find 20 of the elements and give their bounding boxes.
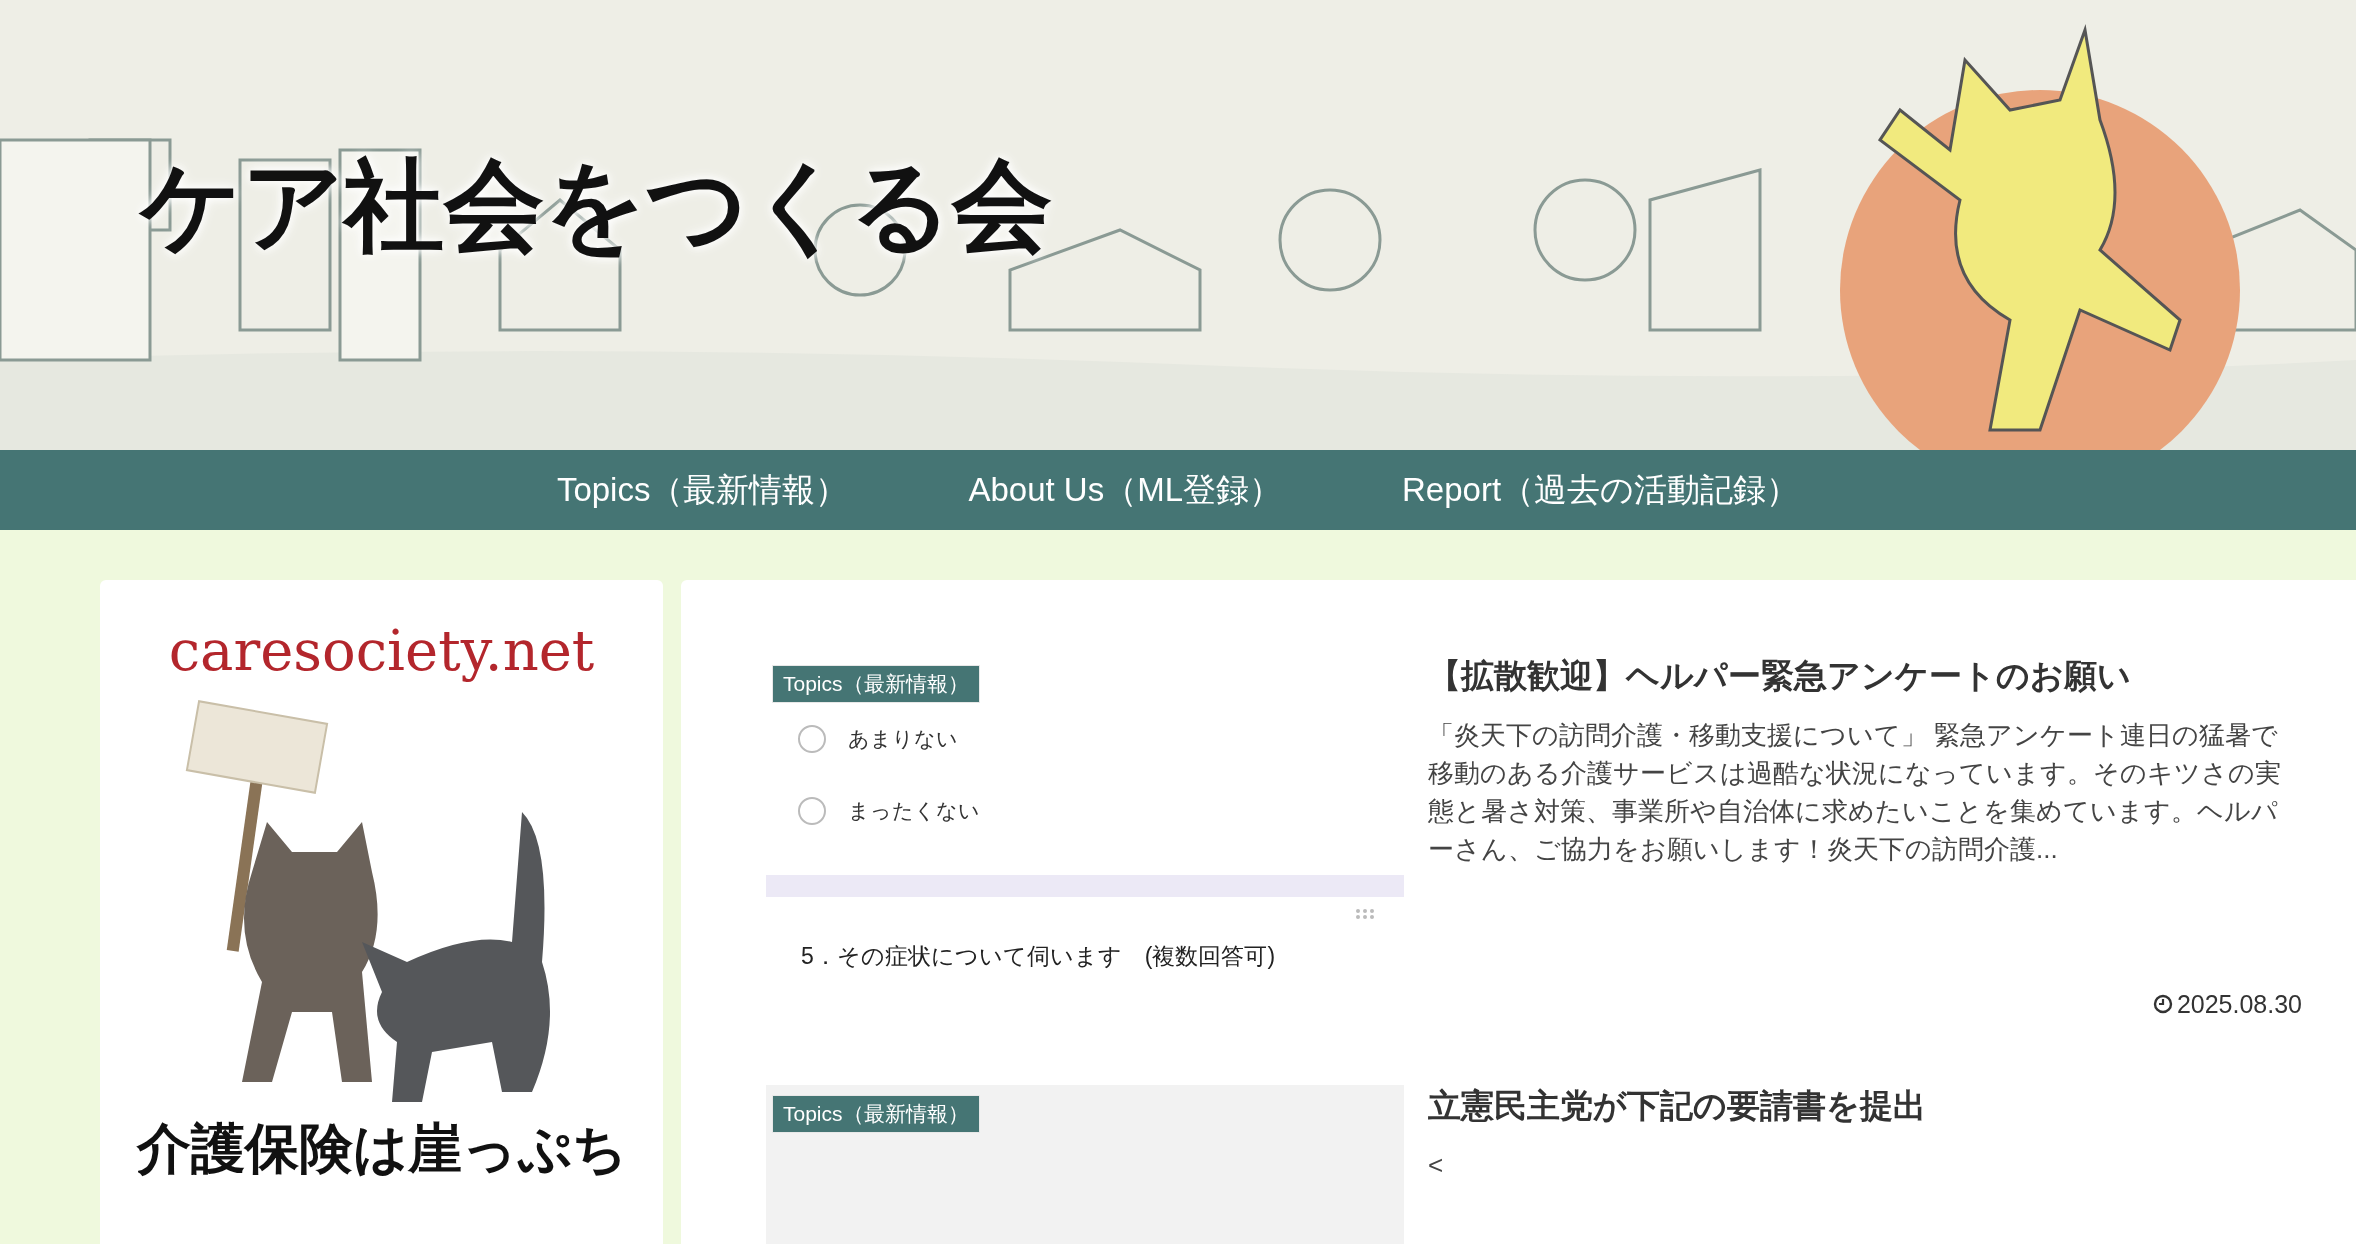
option-label: あまりない	[848, 726, 958, 753]
banner-caption: 介護保険は崖っぷち	[136, 1116, 627, 1180]
nav-link[interactable]: About Us（ML登録）	[968, 465, 1403, 515]
radio-icon	[798, 725, 826, 753]
drag-handle-icon	[1356, 909, 1374, 919]
category-label[interactable]: Topics（最新情報）	[772, 665, 980, 703]
site-title: ケア社会をつくる会	[137, 148, 1052, 260]
post-title[interactable]: 立憲民主党が下記の要請書を提出	[1428, 1085, 2302, 1128]
post-excerpt: <	[1428, 1148, 1445, 1182]
category-label[interactable]: Topics（最新情報）	[772, 1095, 980, 1133]
question-text: 5．その症状について伺います (複数回答可)	[800, 942, 1277, 971]
nav-link[interactable]: Topics（最新情報）	[556, 465, 969, 515]
post-date: 2025.08.30	[2176, 988, 2302, 1020]
clock-icon	[2152, 994, 2173, 1015]
post-title[interactable]: 【拡散歓迎】ヘルパー緊急アンケートのお願い	[1428, 655, 2302, 698]
option-label: まったくない	[848, 798, 980, 825]
nav-link[interactable]: Report（過去の活動記録）	[1402, 465, 1800, 515]
site-name: caresociety.net	[168, 620, 595, 682]
radio-icon	[798, 797, 826, 825]
post-excerpt: 「炎天下の訪問介護・移動支援について」 緊急アンケート連日の猛暑で移動のある介護サービスは過酷な状況になっています。そのキツさの実態と暑さ対策、事業所や自治体に求めたいことを集めています。ヘルパーさん、ご協力をお願いします！炎天下の訪問介護...	[1428, 718, 2282, 866]
